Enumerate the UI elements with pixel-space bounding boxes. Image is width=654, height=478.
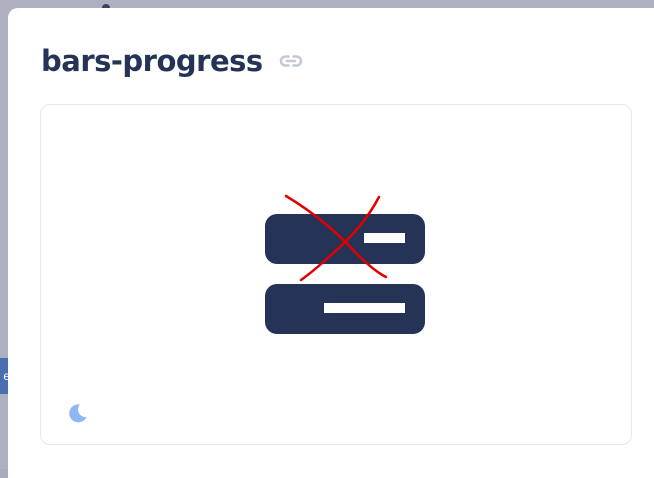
moon-icon[interactable] [66,402,88,424]
link-icon[interactable] [277,47,305,75]
icon-preview-panel [40,104,632,445]
icon-detail-modal: bars-progress [8,8,654,478]
title-row: bars-progress [41,44,305,78]
page-title: bars-progress [41,44,263,78]
bars-progress-icon [256,193,426,353]
progress-fill-top [364,233,405,243]
progress-fill-bottom [324,303,405,313]
